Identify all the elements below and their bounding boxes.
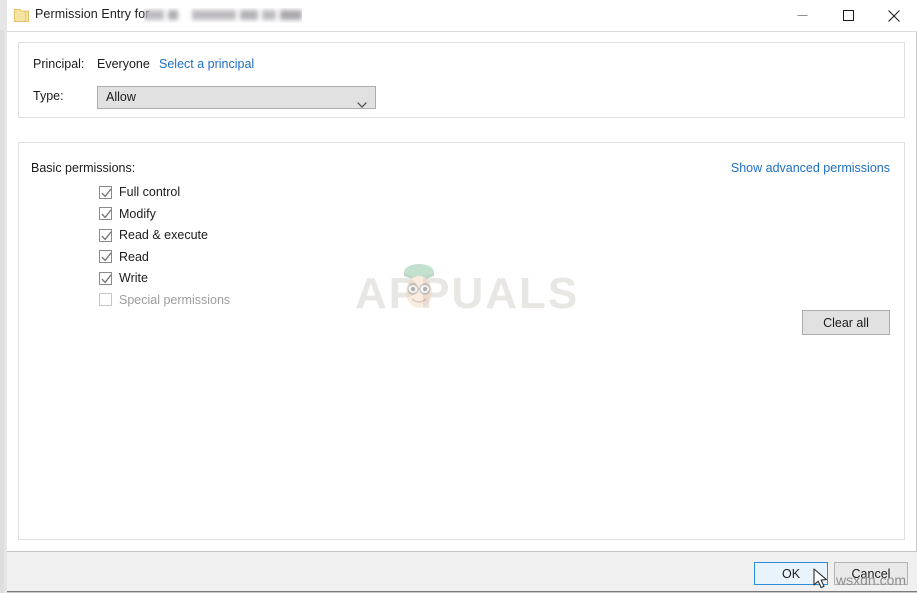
permission-checkbox-read[interactable]: Read xyxy=(99,249,149,265)
checkbox-label: Full control xyxy=(119,185,181,199)
checkbox-label: Read xyxy=(119,249,149,264)
checkbox-label: Special permissions xyxy=(119,292,231,307)
basic-permissions-label: Basic permissions: xyxy=(31,161,136,175)
principal-label: Principal: xyxy=(33,57,85,71)
permission-checkbox-full-control[interactable]: Full control xyxy=(99,184,180,200)
maximize-button[interactable] xyxy=(825,0,871,31)
title-bar: Permission Entry for xyxy=(7,0,917,32)
select-a-principal-link[interactable]: Select a principal xyxy=(159,57,254,71)
type-label: Type: xyxy=(33,89,64,103)
checkbox-box[interactable] xyxy=(99,185,112,199)
type-dropdown-value: Allow xyxy=(106,90,136,104)
principal-value: Everyone xyxy=(97,57,150,71)
folder-icon xyxy=(14,8,29,22)
show-advanced-permissions-link[interactable]: Show advanced permissions xyxy=(731,161,890,175)
checkbox-label: Modify xyxy=(119,206,156,221)
desktop-background-strip-inner xyxy=(0,30,4,593)
minimize-button[interactable] xyxy=(779,0,825,31)
dialog-footer: OK Cancel xyxy=(7,552,917,592)
close-button[interactable] xyxy=(871,0,917,31)
type-dropdown[interactable]: Allow xyxy=(97,86,376,109)
permission-checkbox-read-execute[interactable]: Read & execute xyxy=(99,227,208,243)
permission-checkbox-modify[interactable]: Modify xyxy=(99,206,156,222)
principal-type-group: Principal: Everyone Select a principal T… xyxy=(18,42,905,118)
permission-entry-dialog: Permission Entry for Principal: Everyone… xyxy=(7,0,917,593)
checkbox-label: Write xyxy=(119,271,148,285)
screenshot-root: Permission Entry for Principal: Everyone… xyxy=(0,0,917,593)
checkbox-box[interactable] xyxy=(99,250,112,263)
clear-all-button[interactable]: Clear all xyxy=(802,310,890,335)
permission-checkbox-write[interactable]: Write xyxy=(99,270,148,286)
window-title: Permission Entry for xyxy=(35,7,150,21)
permission-checkbox-special-permissions: Special permissions xyxy=(99,292,230,308)
window-title-redacted-path xyxy=(144,8,302,23)
checkbox-box[interactable] xyxy=(99,271,112,285)
checkbox-box[interactable] xyxy=(99,207,112,220)
chevron-down-icon xyxy=(357,95,367,108)
checkbox-box[interactable] xyxy=(99,228,112,242)
window-controls xyxy=(779,0,917,31)
basic-permissions-group: Basic permissions: Show advanced permiss… xyxy=(18,142,905,540)
checkbox-label: Read & execute xyxy=(119,228,208,242)
checkbox-box xyxy=(99,293,112,306)
ok-button[interactable]: OK xyxy=(754,562,828,585)
cancel-button[interactable]: Cancel xyxy=(834,562,908,585)
